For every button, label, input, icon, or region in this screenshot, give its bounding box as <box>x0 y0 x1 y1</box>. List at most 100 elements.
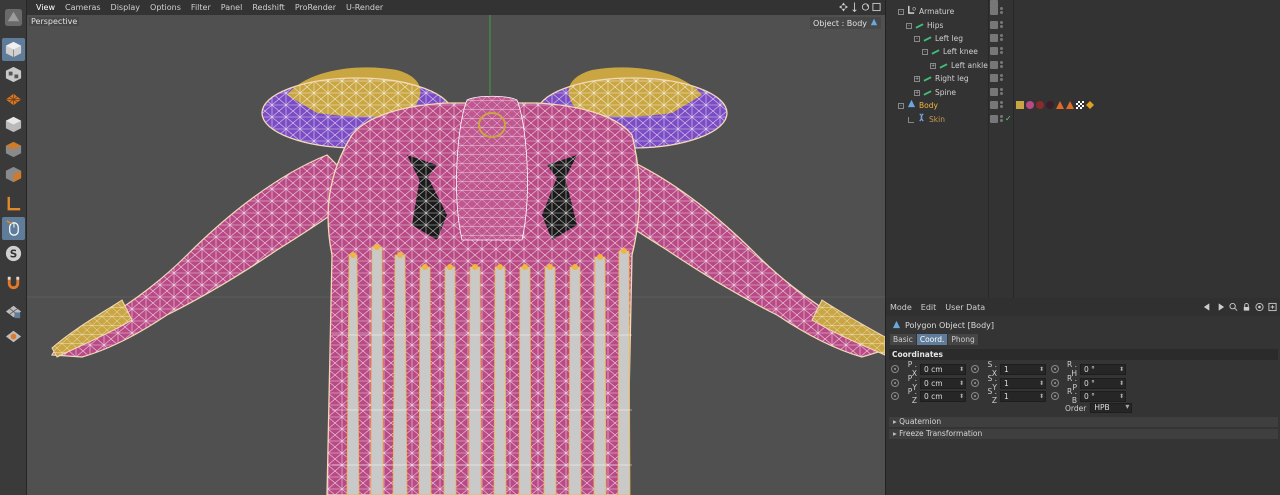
visibility-icon[interactable] <box>990 7 998 15</box>
section-freeze-transformation[interactable]: Freeze Transformation <box>889 429 1278 439</box>
viewport-menu-cameras[interactable]: Cameras <box>60 3 106 12</box>
tree-collapse-icon[interactable]: - <box>906 22 912 29</box>
visibility-icon[interactable] <box>990 34 998 42</box>
mouse-icon[interactable] <box>2 217 25 240</box>
render-dots-icon[interactable] <box>1000 7 1004 16</box>
tree-expand-icon[interactable]: + <box>930 62 936 69</box>
object-row-left-leg[interactable]: - Left leg <box>886 32 1280 45</box>
search-icon[interactable] <box>1229 302 1238 312</box>
render-dots-icon[interactable] <box>1000 61 1004 70</box>
object-row-skin[interactable]: Skin ✓ <box>886 113 1280 126</box>
object-row-right-leg[interactable]: + Right leg <box>886 72 1280 85</box>
viewport[interactable]: View Cameras Display Options Filter Pane… <box>27 0 885 495</box>
tab-phong[interactable]: Phong <box>948 334 978 345</box>
material-tag-icon[interactable] <box>1036 101 1044 109</box>
move-view-icon[interactable] <box>839 2 848 12</box>
object-row-left-ankle[interactable]: + Left ankle <box>886 59 1280 72</box>
tab-coord[interactable]: Coord. <box>916 334 948 345</box>
keyframe-toggle[interactable] <box>971 379 979 387</box>
keyframe-toggle[interactable] <box>891 392 899 400</box>
viewport-menu-panel[interactable]: Panel <box>216 3 248 12</box>
render-dots-icon[interactable] <box>1000 115 1004 124</box>
rp-field[interactable]: 0 ° <box>1080 377 1126 389</box>
visibility-icon[interactable] <box>990 47 998 55</box>
render-dots-icon[interactable] <box>1000 88 1004 97</box>
object-row-armature[interactable]: - O Armature <box>886 5 1280 18</box>
tree-collapse-icon[interactable]: - <box>914 35 920 42</box>
tree-collapse-icon[interactable]: - <box>898 8 904 15</box>
selection-tag-icon[interactable] <box>1066 101 1074 109</box>
lock-icon[interactable] <box>1242 302 1251 312</box>
object-row-left-knee[interactable]: - Left knee <box>886 45 1280 58</box>
soft-selection-icon[interactable] <box>2 325 25 348</box>
back-arrow-icon[interactable] <box>1203 302 1212 312</box>
render-dots-icon[interactable] <box>1000 101 1004 110</box>
tab-basic[interactable]: Basic <box>890 334 916 345</box>
render-dots-icon[interactable] <box>1000 47 1004 56</box>
scene-canvas[interactable] <box>27 15 885 495</box>
keyframe-toggle[interactable] <box>891 379 899 387</box>
snap-icon[interactable]: S <box>2 242 25 265</box>
visibility-icon[interactable] <box>990 115 998 123</box>
rb-field[interactable]: 0 ° <box>1080 390 1126 402</box>
magnet-icon[interactable] <box>2 271 25 294</box>
visibility-icon[interactable] <box>990 61 998 69</box>
keyframe-toggle[interactable] <box>1051 392 1059 400</box>
weight-tag-icon[interactable] <box>1086 101 1094 109</box>
viewport-menu-options[interactable]: Options <box>145 3 186 12</box>
viewport-menu-display[interactable]: Display <box>106 3 146 12</box>
grid-icon[interactable] <box>2 88 25 111</box>
material-tag-icon[interactable] <box>1046 101 1054 109</box>
sy-field[interactable]: 1 <box>1000 377 1046 389</box>
polygon-icon[interactable] <box>2 113 25 136</box>
tree-collapse-icon[interactable]: - <box>898 102 904 109</box>
px-field[interactable]: 0 cm <box>920 363 966 375</box>
sz-field[interactable]: 1 <box>1000 390 1046 402</box>
new-panel-icon[interactable] <box>1268 302 1277 312</box>
material-tag-icon[interactable] <box>1026 101 1034 109</box>
section-quaternion[interactable]: Quaternion <box>889 417 1278 427</box>
tree-collapse-icon[interactable]: - <box>922 48 928 55</box>
target-icon[interactable] <box>1255 302 1264 312</box>
menu-user-data[interactable]: User Data <box>945 303 985 312</box>
tree-expand-icon[interactable]: + <box>914 89 920 96</box>
render-dots-icon[interactable] <box>1000 21 1004 30</box>
viewport-menu-filter[interactable]: Filter <box>186 3 216 12</box>
checker-tag-icon[interactable] <box>1076 101 1084 109</box>
visibility-icon[interactable] <box>990 74 998 82</box>
lock-grid-icon[interactable] <box>2 300 25 323</box>
axis-icon[interactable] <box>2 192 25 215</box>
menu-edit[interactable]: Edit <box>921 303 937 312</box>
tree-expand-icon[interactable]: + <box>914 75 920 82</box>
maximize-view-icon[interactable] <box>872 2 881 12</box>
object-row-spine[interactable]: + Spine <box>886 86 1280 99</box>
forward-arrow-icon[interactable] <box>1216 302 1225 312</box>
selection-tag-icon[interactable] <box>1056 101 1064 109</box>
keyframe-toggle[interactable] <box>1051 379 1059 387</box>
edge-icon[interactable] <box>2 138 25 161</box>
rh-field[interactable]: 0 ° <box>1080 363 1126 375</box>
keyframe-toggle[interactable] <box>1051 365 1059 373</box>
cube-icon[interactable] <box>2 38 25 61</box>
enabled-check-icon[interactable]: ✓ <box>1005 114 1012 123</box>
keyframe-toggle[interactable] <box>971 392 979 400</box>
viewport-menu-prorender[interactable]: ProRender <box>290 3 341 12</box>
object-row-hips[interactable]: - Hips <box>886 19 1280 32</box>
visibility-icon[interactable] <box>990 88 998 96</box>
order-select[interactable]: HPB <box>1090 403 1133 413</box>
viewport-menu-redshift[interactable]: Redshift <box>247 3 289 12</box>
pz-field[interactable]: 0 cm <box>920 390 966 402</box>
visibility-icon[interactable] <box>990 101 998 109</box>
uvw-tag-icon[interactable] <box>1016 101 1024 109</box>
sx-field[interactable]: 1 <box>1000 363 1046 375</box>
keyframe-toggle[interactable] <box>971 365 979 373</box>
visibility-icon[interactable] <box>990 21 998 29</box>
menu-mode[interactable]: Mode <box>890 303 912 312</box>
rotate-view-icon[interactable] <box>861 2 870 12</box>
point-icon[interactable] <box>2 163 25 186</box>
viewport-menu-u-render[interactable]: U-Render <box>341 3 388 12</box>
py-field[interactable]: 0 cm <box>920 377 966 389</box>
object-row-body[interactable]: - Body <box>886 99 1280 112</box>
viewport-menu-view[interactable]: View <box>31 3 60 12</box>
checker-cube-icon[interactable] <box>2 63 25 86</box>
